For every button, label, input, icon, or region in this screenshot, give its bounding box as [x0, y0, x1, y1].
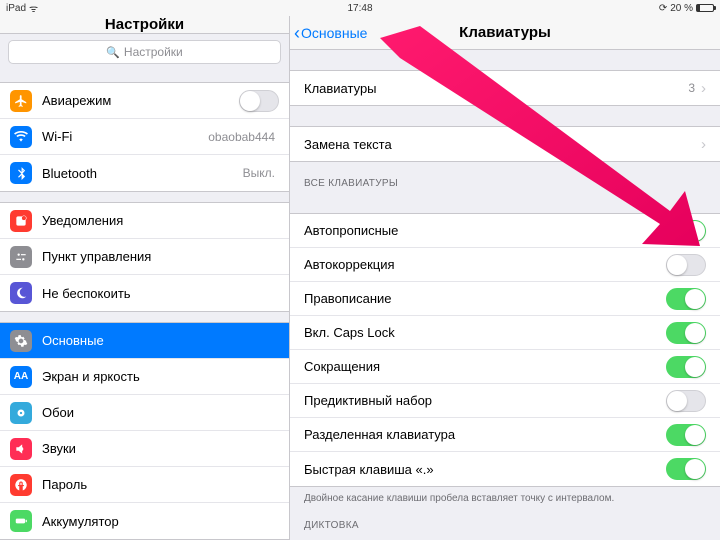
row-label: Звуки — [42, 441, 279, 456]
wifi-settings-icon — [10, 126, 32, 148]
row-label: Не беспокоить — [42, 286, 279, 301]
row-shortcuts: Сокращения — [290, 350, 720, 384]
row-label: Пункт управления — [42, 249, 279, 264]
row-label: Предиктивный набор — [304, 393, 666, 408]
sidebar-item-dnd[interactable]: Не беспокоить — [0, 275, 289, 311]
orientation-lock-icon: ⟳ — [659, 3, 667, 14]
row-predictive: Предиктивный набор — [290, 384, 720, 418]
toggle-predictive[interactable] — [666, 390, 706, 412]
clock: 17:48 — [347, 3, 372, 14]
row-label: Сокращения — [304, 359, 666, 374]
gear-icon — [10, 330, 32, 352]
row-label: Wi-Fi — [42, 129, 208, 144]
sidebar-item-sounds[interactable]: Звуки — [0, 431, 289, 467]
sounds-icon — [10, 438, 32, 460]
sidebar-item-battery[interactable]: Аккумулятор — [0, 503, 289, 539]
sidebar-group-alerts: Уведомления Пункт управления Не беспокои… — [0, 202, 289, 312]
sidebar-group-connectivity: Авиарежим Wi-Fi obaobab444 Bluetooth Вык… — [0, 82, 289, 192]
row-label: Вкл. Caps Lock — [304, 325, 666, 340]
main-header: ‹ Основные Клавиатуры — [290, 16, 720, 50]
sidebar-group-general: Основные AA Экран и яркость Обои Звуки П… — [0, 322, 289, 540]
row-label: Экран и яркость — [42, 369, 279, 384]
row-label: Основные — [42, 333, 279, 348]
section-header-all-keyboards: ВСЕ КЛАВИАТУРЫ — [290, 162, 720, 193]
row-label: Уведомления — [42, 213, 279, 228]
chevron-left-icon: ‹ — [294, 24, 300, 42]
back-button[interactable]: ‹ Основные — [294, 24, 367, 42]
battery-pct: 20 % — [670, 3, 693, 14]
row-label: Авиарежим — [42, 93, 239, 108]
wallpaper-icon — [10, 402, 32, 424]
row-label: Разделенная клавиатура — [304, 427, 666, 442]
row-dot-shortcut: Быстрая клавиша «.» — [290, 452, 720, 486]
sidebar-item-airplane[interactable]: Авиарежим — [0, 83, 289, 119]
row-label: Пароль — [42, 477, 279, 492]
row-label: Аккумулятор — [42, 514, 279, 529]
control-center-icon — [10, 246, 32, 268]
battery-settings-icon — [10, 510, 32, 532]
row-split-keyboard: Разделенная клавиатура — [290, 418, 720, 452]
airplane-toggle[interactable] — [239, 90, 279, 112]
page-title: Клавиатуры — [459, 24, 551, 41]
display-icon: AA — [10, 366, 32, 388]
sidebar-item-control-center[interactable]: Пункт управления — [0, 239, 289, 275]
group-text-replacement: Замена текста › — [290, 126, 720, 162]
chevron-right-icon: › — [701, 80, 706, 97]
toggle-autocorrect[interactable] — [666, 254, 706, 276]
chevron-right-icon: › — [701, 136, 706, 153]
row-value: 3 — [688, 81, 695, 95]
notifications-icon — [10, 210, 32, 232]
sidebar-item-notifications[interactable]: Уведомления — [0, 203, 289, 239]
search-placeholder: Настройки — [124, 45, 183, 59]
sidebar-title: Настройки — [0, 16, 289, 34]
sidebar-item-wallpaper[interactable]: Обои — [0, 395, 289, 431]
dnd-icon — [10, 282, 32, 304]
status-bar: iPad ᯤ 17:48 ⟳ 20 % — [0, 0, 720, 16]
bluetooth-icon — [10, 162, 32, 184]
row-label: Клавиатуры — [304, 81, 688, 96]
sidebar-item-general[interactable]: Основные — [0, 323, 289, 359]
section-footer-all-keyboards: Двойное касание клавиши пробела вставляе… — [290, 487, 720, 504]
wifi-icon: ᯤ — [29, 1, 38, 15]
row-capslock: Вкл. Caps Lock — [290, 316, 720, 350]
row-autocorrect: Автокоррекция — [290, 248, 720, 282]
passcode-icon — [10, 474, 32, 496]
airplane-icon — [10, 90, 32, 112]
row-label: Замена текста — [304, 137, 701, 152]
row-label: Bluetooth — [42, 166, 243, 181]
row-keyboards[interactable]: Клавиатуры 3 › — [290, 71, 720, 105]
group-keyboards-link: Клавиатуры 3 › — [290, 70, 720, 106]
toggle-split-keyboard[interactable] — [666, 424, 706, 446]
search-input[interactable]: 🔍 Настройки — [8, 40, 281, 64]
sidebar-item-display[interactable]: AA Экран и яркость — [0, 359, 289, 395]
battery-icon — [696, 4, 714, 12]
toggle-dot-shortcut[interactable] — [666, 458, 706, 480]
back-label: Основные — [301, 25, 367, 41]
toggle-capslock[interactable] — [666, 322, 706, 344]
toggle-spelling[interactable] — [666, 288, 706, 310]
toggle-shortcuts[interactable] — [666, 356, 706, 378]
settings-sidebar: Настройки 🔍 Настройки Авиарежим Wi-Fi ob… — [0, 16, 290, 540]
section-header-dictation: ДИКТОВКА — [290, 504, 720, 535]
row-label: Обои — [42, 405, 279, 420]
row-label: Автопрописные — [304, 223, 666, 238]
search-icon: 🔍 — [106, 46, 120, 59]
row-value: obaobab444 — [208, 130, 275, 144]
group-all-keyboards: Автопрописные Автокоррекция Правописание… — [290, 213, 720, 487]
row-label: Быстрая клавиша «.» — [304, 462, 666, 477]
row-autocap: Автопрописные — [290, 214, 720, 248]
row-text-replacement[interactable]: Замена текста › — [290, 127, 720, 161]
sidebar-item-wifi[interactable]: Wi-Fi obaobab444 — [0, 119, 289, 155]
row-value: Выкл. — [243, 166, 275, 180]
row-label: Правописание — [304, 291, 666, 306]
carrier-label: iPad — [6, 3, 26, 14]
sidebar-item-passcode[interactable]: Пароль — [0, 467, 289, 503]
sidebar-item-bluetooth[interactable]: Bluetooth Выкл. — [0, 155, 289, 191]
toggle-autocap[interactable] — [666, 220, 706, 242]
row-spelling: Правописание — [290, 282, 720, 316]
main-pane: ‹ Основные Клавиатуры Клавиатуры 3 › Зам… — [290, 16, 720, 540]
row-label: Автокоррекция — [304, 257, 666, 272]
